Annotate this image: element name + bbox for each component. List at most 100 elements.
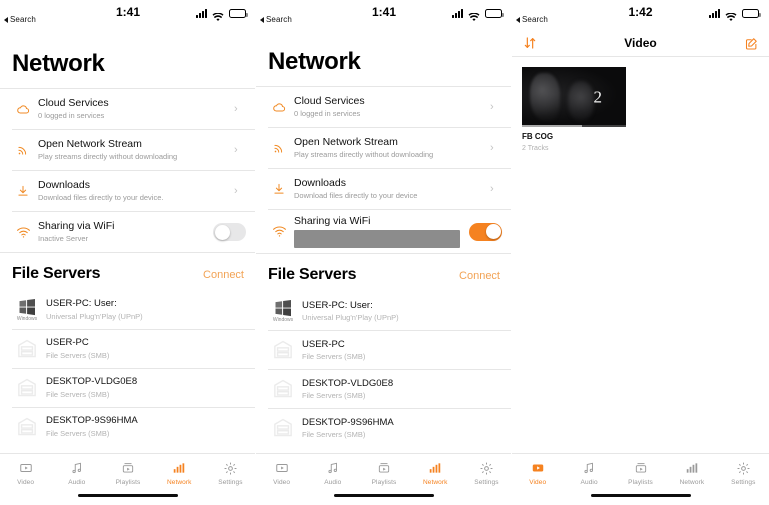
status-bar: Search 1:42: [512, 0, 769, 30]
progress-bar: [522, 125, 626, 127]
server-list-item[interactable]: DESKTOP-VLDG0E8 File Servers (SMB): [256, 370, 512, 408]
chevron-right-icon: ›: [490, 182, 494, 195]
playlists-icon: [377, 460, 391, 476]
home-indicator: [78, 493, 178, 497]
server-text: USER-PC File Servers (SMB): [44, 337, 246, 360]
server-list-item[interactable]: USER-PC File Servers (SMB): [0, 330, 256, 368]
panel-video-library: Search 1:42 Video 2 FB COG 2 Tracks Vide…: [512, 0, 769, 505]
tab-video[interactable]: Video: [256, 460, 307, 486]
server-text: USER-PC: User: Universal Plug'n'Play (UP…: [44, 298, 246, 321]
download-icon: [10, 184, 36, 198]
server-list-item[interactable]: DESKTOP-9S96HMA File Servers (SMB): [256, 409, 512, 447]
tab-settings[interactable]: Settings: [718, 460, 769, 486]
row-text: Downloads Download files directly to you…: [36, 179, 234, 203]
windows-logo-icon: Windows: [266, 299, 300, 323]
server-protocol: File Servers (SMB): [46, 428, 110, 438]
row-subtitle: Download files directly to your device.: [38, 193, 164, 203]
chevron-right-icon: ›: [234, 184, 238, 197]
nas-icon: [266, 337, 300, 363]
tab-playlists[interactable]: Playlists: [102, 460, 153, 486]
row-text: Open Network Stream Play streams directl…: [36, 138, 234, 162]
navbar-title: Video: [624, 36, 657, 50]
wifi-icon: [725, 9, 737, 21]
server-text: DESKTOP-VLDG0E8 File Servers (SMB): [44, 376, 246, 399]
sharing-wifi-toggle[interactable]: [469, 222, 502, 241]
row-title: Open Network Stream: [294, 136, 398, 149]
chevron-right-icon: ›: [234, 143, 238, 156]
connect-button[interactable]: Connect: [203, 269, 244, 281]
sharing-wifi-toggle[interactable]: [213, 223, 246, 241]
tab-audio[interactable]: Audio: [51, 460, 102, 486]
tab-playlists[interactable]: Playlists: [615, 460, 666, 486]
svg-text:Windows: Windows: [17, 316, 38, 322]
server-protocol: File Servers (SMB): [302, 351, 366, 361]
row-cloud-services[interactable]: Cloud Services 0 logged in services ›: [256, 87, 512, 127]
tab-network[interactable]: Network: [154, 460, 205, 486]
row-subtitle: Play streams directly without downloadin…: [38, 152, 178, 162]
home-indicator: [590, 493, 691, 497]
edit-compose-icon[interactable]: [744, 36, 759, 51]
wifi-icon: [266, 224, 292, 239]
row-title: Sharing via WiFi: [38, 220, 115, 233]
tab-video[interactable]: Video: [512, 460, 563, 486]
tab-label: Settings: [218, 479, 243, 486]
video-grid: 2 FB COG 2 Tracks: [512, 57, 769, 154]
tab-network[interactable]: Network: [666, 460, 717, 486]
row-title: Downloads: [294, 177, 346, 190]
row-text: Open Network Stream Play streams directl…: [292, 136, 490, 160]
cloud-icon: [10, 102, 36, 117]
tab-label: Playlists: [115, 479, 141, 486]
server-list-item[interactable]: Windows USER-PC: User: Universal Plug'n'…: [256, 292, 512, 330]
server-list-item[interactable]: DESKTOP-VLDG0E8 File Servers (SMB): [0, 369, 256, 407]
server-list-item[interactable]: Windows USER-PC: User: Universal Plug'n'…: [0, 291, 256, 329]
server-protocol: Universal Plug'n'Play (UPnP): [46, 311, 143, 321]
tab-audio[interactable]: Audio: [563, 460, 614, 486]
row-text: Cloud Services 0 logged in services: [292, 95, 490, 119]
row-open-network-stream[interactable]: Open Network Stream Play streams directl…: [0, 130, 256, 170]
chevron-right-icon: ›: [490, 100, 494, 113]
row-cloud-services[interactable]: Cloud Services 0 logged in services ›: [0, 89, 256, 129]
row-downloads[interactable]: Downloads Download files directly to you…: [256, 169, 512, 209]
row-sharing-via-wifi[interactable]: Sharing via WiFi Inactive Server: [0, 212, 256, 252]
server-list-item[interactable]: USER-PC File Servers (SMB): [256, 331, 512, 369]
server-name: DESKTOP-VLDG0E8: [46, 376, 138, 388]
tab-settings[interactable]: Settings: [205, 460, 256, 486]
tab-network[interactable]: Network: [410, 460, 461, 486]
nas-icon: [10, 375, 44, 401]
sort-arrows-icon[interactable]: [522, 35, 538, 51]
row-subtitle: Play streams directly without downloadin…: [294, 150, 434, 160]
video-icon: [275, 460, 289, 476]
tab-label: Video: [529, 479, 547, 486]
row-title: Cloud Services: [38, 97, 109, 110]
video-meta: FB COG 2 Tracks: [522, 127, 626, 154]
toggle-knob: [214, 224, 230, 240]
row-subtitle: Download files directly to your device: [294, 191, 418, 201]
status-indicators: [196, 9, 248, 21]
video-thumbnail[interactable]: 2: [522, 67, 626, 127]
tab-video[interactable]: Video: [0, 460, 51, 486]
screenshot-stage: Search 1:41 Network Cloud Services 0 log…: [0, 0, 769, 505]
signal-bars-icon: [452, 9, 463, 18]
page-title: Network: [12, 50, 105, 77]
tab-label: Video: [17, 479, 35, 486]
server-list-item[interactable]: DESKTOP-9S96HMA File Servers (SMB): [0, 408, 256, 446]
row-downloads[interactable]: Downloads Download files directly to you…: [0, 171, 256, 211]
battery-icon: [742, 9, 761, 18]
row-open-network-stream[interactable]: Open Network Stream Play streams directl…: [256, 128, 512, 168]
row-sharing-via-wifi[interactable]: Sharing via WiFi: [256, 210, 512, 253]
tab-playlists[interactable]: Playlists: [358, 460, 409, 486]
server-name: USER-PC: User:: [302, 299, 373, 311]
network-icon: [428, 460, 442, 476]
row-text: Downloads Download files directly to you…: [292, 177, 490, 201]
server-text: USER-PC File Servers (SMB): [300, 339, 502, 362]
tab-settings[interactable]: Settings: [461, 460, 512, 486]
tab-label: Network: [422, 479, 448, 486]
row-title: Cloud Services: [294, 95, 365, 108]
connect-button[interactable]: Connect: [459, 270, 500, 282]
server-text: DESKTOP-9S96HMA File Servers (SMB): [300, 417, 502, 440]
status-bar: Search 1:41: [256, 0, 512, 30]
wifi-icon: [468, 9, 480, 21]
tab-audio[interactable]: Audio: [307, 460, 358, 486]
video-card[interactable]: 2 FB COG 2 Tracks: [522, 67, 626, 154]
battery-icon: [229, 9, 248, 18]
